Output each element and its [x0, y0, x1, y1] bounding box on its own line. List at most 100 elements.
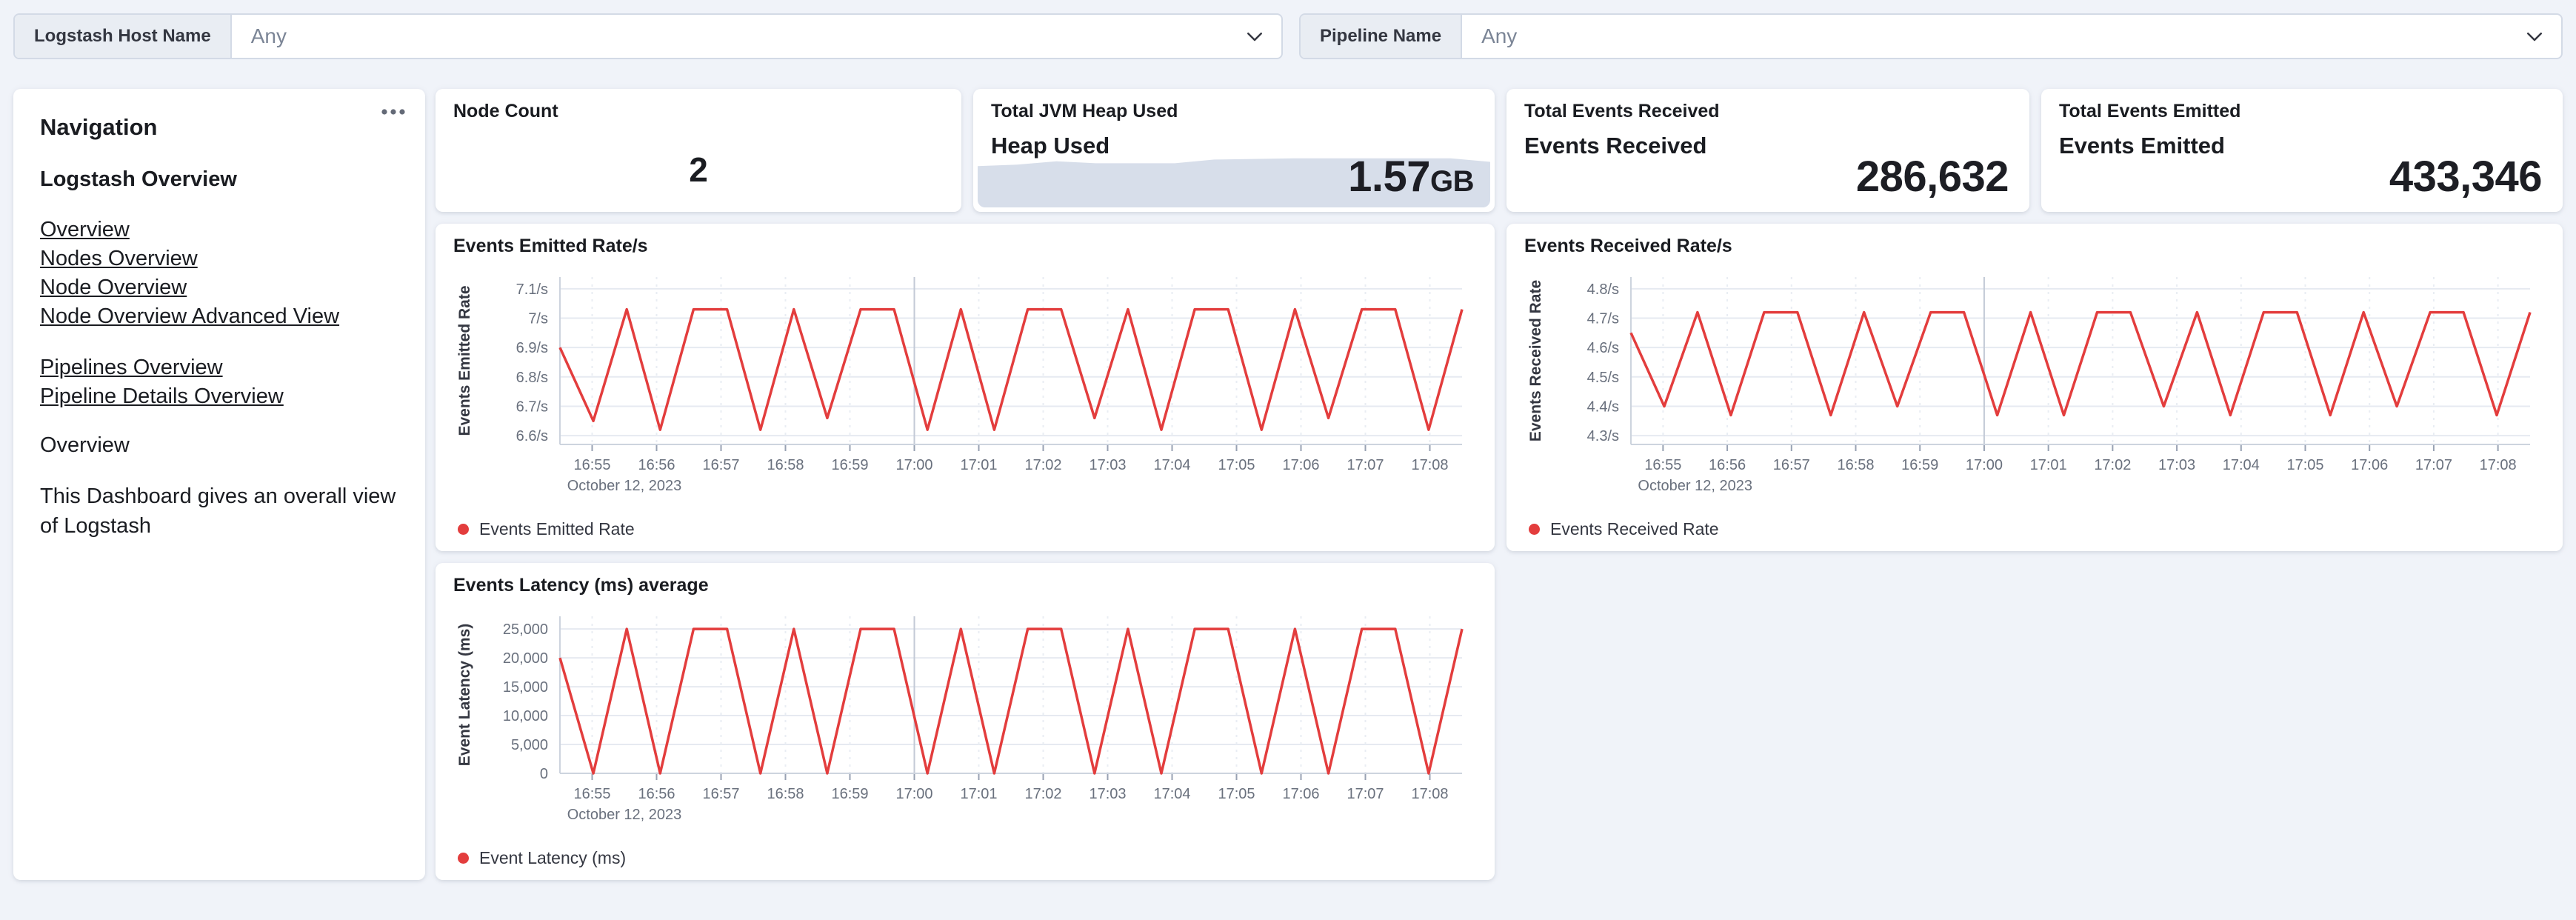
svg-text:16:58: 16:58 — [1837, 457, 1874, 473]
panel-options-icon[interactable] — [372, 96, 415, 127]
events-emitted-rate-title: Events Emitted Rate/s — [453, 236, 648, 256]
svg-text:17:03: 17:03 — [2158, 457, 2195, 473]
pipeline-name-label: Pipeline Name — [1301, 15, 1463, 58]
svg-text:16:58: 16:58 — [767, 786, 804, 802]
legend-item-events-received-rate[interactable]: Events Received Rate — [1529, 519, 1719, 539]
total-events-received-panel: Total Events Received Events Received 28… — [1506, 89, 2029, 212]
svg-text:17:00: 17:00 — [895, 457, 932, 473]
svg-text:17:06: 17:06 — [1282, 786, 1319, 802]
svg-text:16:57: 16:57 — [702, 786, 739, 802]
svg-text:4.3/s: 4.3/s — [1587, 428, 1619, 444]
svg-text:4.4/s: 4.4/s — [1587, 399, 1619, 415]
nav-link-group-nodes: Overview Nodes Overview Node Overview No… — [40, 216, 398, 331]
svg-text:17:05: 17:05 — [1218, 786, 1255, 802]
nav-link-nodes-overview[interactable]: Nodes Overview — [40, 244, 398, 273]
svg-text:6.8/s: 6.8/s — [516, 370, 548, 386]
legend-label: Events Received Rate — [1550, 519, 1719, 539]
svg-text:17:04: 17:04 — [1153, 786, 1190, 802]
nav-link-pipeline-details-overview[interactable]: Pipeline Details Overview — [40, 382, 398, 411]
svg-text:16:55: 16:55 — [573, 786, 610, 802]
svg-text:Events Received Rate: Events Received Rate — [1527, 280, 1544, 441]
legend-label: Event Latency (ms) — [479, 848, 627, 867]
svg-text:October 12, 2023: October 12, 2023 — [567, 478, 682, 494]
svg-text:17:04: 17:04 — [1153, 457, 1190, 473]
dashboard-description: This Dashboard gives an overall view of … — [40, 484, 396, 538]
svg-text:17:05: 17:05 — [2286, 457, 2323, 473]
svg-text:17:08: 17:08 — [1411, 786, 1448, 802]
total-jvm-heap-used-panel: Total JVM Heap Used Heap Used 1.57GB — [973, 89, 1495, 212]
svg-text:16:58: 16:58 — [767, 457, 804, 473]
logstash-host-name-filter[interactable]: Logstash Host Name Any — [13, 13, 1283, 59]
svg-text:15,000: 15,000 — [503, 679, 548, 696]
events-received-rate-chart[interactable]: 4.3/s 4.4/s 4.5/s 4.6/s 4.7/s 4.8/s 16:55 16:56… — [1520, 268, 2549, 495]
navigation-title: Navigation — [40, 114, 158, 140]
svg-text:4.6/s: 4.6/s — [1587, 340, 1619, 356]
events-latency-panel: Events Latency (ms) average 0 5,000 10,000… — [436, 563, 1495, 880]
node-count-panel: Node Count 2 — [436, 89, 961, 212]
events-emitted-panel-title: Total Events Emitted — [2059, 101, 2241, 121]
chevron-down-icon[interactable] — [2508, 15, 2561, 58]
svg-text:16:59: 16:59 — [831, 786, 868, 802]
svg-text:17:08: 17:08 — [1411, 457, 1448, 473]
legend-item-event-latency[interactable]: Event Latency (ms) — [458, 848, 626, 868]
svg-text:17:01: 17:01 — [960, 786, 997, 802]
pipeline-name-filter[interactable]: Pipeline Name Any — [1299, 13, 2563, 59]
svg-text:16:56: 16:56 — [1709, 457, 1746, 473]
svg-text:16:55: 16:55 — [573, 457, 610, 473]
svg-text:October 12, 2023: October 12, 2023 — [567, 807, 682, 823]
nav-link-pipelines-overview[interactable]: Pipelines Overview — [40, 353, 398, 382]
events-received-panel-title: Total Events Received — [1524, 101, 1720, 121]
svg-text:5,000: 5,000 — [511, 737, 548, 753]
events-received-rate-panel: Events Received Rate/s 4.3/s 4.4/s 4.5/s 4.… — [1506, 224, 2563, 551]
legend-item-events-emitted-rate[interactable]: Events Emitted Rate — [458, 519, 635, 539]
logstash-host-name-value[interactable]: Any — [232, 15, 1228, 58]
svg-text:17:01: 17:01 — [2030, 457, 2067, 473]
nav-link-node-overview[interactable]: Node Overview — [40, 273, 398, 302]
events-latency-title: Events Latency (ms) average — [453, 575, 709, 596]
svg-text:6.7/s: 6.7/s — [516, 399, 548, 415]
svg-text:17:03: 17:03 — [1089, 786, 1126, 802]
svg-text:17:07: 17:07 — [1347, 457, 1384, 473]
svg-text:25,000: 25,000 — [503, 621, 548, 638]
svg-text:17:00: 17:00 — [1966, 457, 2003, 473]
legend-dot — [458, 853, 469, 864]
heap-used-number: 1.57 — [1348, 153, 1430, 201]
nav-link-node-overview-advanced[interactable]: Node Overview Advanced View — [40, 302, 398, 331]
svg-text:17:08: 17:08 — [2480, 457, 2517, 473]
svg-text:20,000: 20,000 — [503, 650, 548, 667]
svg-text:17:07: 17:07 — [1347, 786, 1384, 802]
svg-text:17:05: 17:05 — [1218, 457, 1255, 473]
overview-subheading: Overview — [40, 433, 130, 457]
svg-text:17:02: 17:02 — [1024, 786, 1061, 802]
svg-text:16:56: 16:56 — [638, 457, 675, 473]
svg-text:16:55: 16:55 — [1644, 457, 1681, 473]
legend-dot — [458, 524, 469, 535]
svg-text:16:59: 16:59 — [1901, 457, 1938, 473]
svg-text:17:06: 17:06 — [1282, 457, 1319, 473]
svg-text:4.8/s: 4.8/s — [1587, 281, 1619, 298]
chevron-down-icon[interactable] — [1228, 15, 1281, 58]
node-count-value: 2 — [689, 150, 708, 189]
svg-text:7/s: 7/s — [528, 311, 548, 327]
svg-text:0: 0 — [540, 766, 548, 782]
svg-text:6.6/s: 6.6/s — [516, 428, 548, 444]
events-emitted-rate-chart[interactable]: 6.6/s 6.7/s 6.8/s 6.9/s 7/s 7.1/s 16:55 16:56 16… — [449, 268, 1481, 495]
svg-text:4.7/s: 4.7/s — [1587, 311, 1619, 327]
filter-bar: Logstash Host Name Any Pipeline Name Any — [0, 0, 2576, 74]
svg-text:October 12, 2023: October 12, 2023 — [1638, 478, 1752, 494]
svg-text:17:02: 17:02 — [2094, 457, 2131, 473]
nav-link-group-pipelines: Pipelines Overview Pipeline Details Over… — [40, 353, 398, 411]
logstash-host-name-label: Logstash Host Name — [15, 15, 232, 58]
events-received-value: 286,632 — [1855, 153, 2009, 201]
events-emitted-rate-panel: Events Emitted Rate/s 6.6/s 6.7/s 6.8/s 6.9… — [436, 224, 1495, 551]
svg-text:17:00: 17:00 — [895, 786, 932, 802]
nav-link-overview[interactable]: Overview — [40, 216, 398, 244]
events-latency-chart[interactable]: 0 5,000 10,000 15,000 20,000 25,000 16:55 16:56… — [449, 607, 1481, 824]
pipeline-name-value[interactable]: Any — [1462, 15, 2508, 58]
svg-text:7.1/s: 7.1/s — [516, 281, 548, 298]
logstash-overview-heading: Logstash Overview — [40, 167, 237, 191]
svg-text:Events Emitted Rate: Events Emitted Rate — [456, 285, 473, 436]
node-count-title: Node Count — [453, 101, 558, 121]
navigation-panel: Navigation Logstash Overview Overview No… — [13, 89, 425, 880]
svg-text:16:57: 16:57 — [1773, 457, 1810, 473]
